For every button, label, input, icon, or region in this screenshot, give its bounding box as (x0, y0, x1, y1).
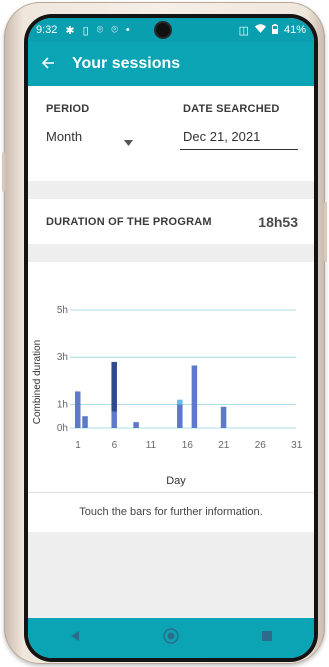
chart-bar[interactable] (82, 416, 88, 428)
chart-bar[interactable] (111, 411, 117, 428)
y-tick-label: 1h (57, 399, 68, 410)
chart-bar[interactable] (75, 391, 81, 428)
phone-frame: 9:32 ✱ ▯ ⌾ ⌾ • ◫ 41% Your sessions PERIO… (2, 2, 327, 664)
dot-icon: • (125, 24, 130, 36)
y-tick-label: 5h (57, 305, 68, 316)
x-tick-label: 26 (255, 440, 267, 451)
x-tick-label: 31 (291, 440, 303, 451)
sim-icon: ▯ (82, 24, 89, 37)
chart-bar[interactable] (133, 422, 139, 428)
screen-bezel: 9:32 ✱ ▯ ⌾ ⌾ • ◫ 41% Your sessions PERIO… (24, 14, 318, 662)
x-tick-label: 11 (146, 440, 157, 451)
chart-bar[interactable] (177, 404, 183, 428)
x-axis-label: Day (166, 475, 186, 487)
x-tick-label: 6 (112, 440, 118, 451)
settings-icon: ✱ (65, 24, 75, 37)
y-tick-label: 3h (57, 352, 68, 363)
y-tick-label: 0h (57, 423, 68, 434)
chart-bar[interactable] (191, 365, 198, 428)
battery-level: 41% (283, 24, 306, 36)
duration-label: DURATION OF THE PROGRAM (46, 215, 212, 228)
battery-icon (271, 23, 278, 37)
system-nav-bar (28, 618, 314, 658)
nav-recents-icon[interactable] (261, 629, 273, 647)
duration-chart: 1 6 11 16 21 26 31 0h1h3h5h Day Combined durat… (32, 305, 303, 487)
location-icon: ⌾ (111, 23, 118, 36)
x-tick-label: 1 (75, 440, 81, 451)
power-button (324, 202, 327, 262)
wifi-icon (254, 24, 266, 36)
period-label: PERIOD (46, 103, 90, 115)
back-arrow-icon[interactable] (28, 54, 68, 75)
y-axis-label: Combined duration (32, 340, 43, 425)
x-tick-label: 16 (182, 440, 194, 451)
duration-card: DURATION OF THE PROGRAM 18h53 (28, 199, 314, 244)
date-field[interactable]: Dec 21, 2021 (180, 126, 298, 150)
camera-hole (156, 23, 170, 37)
hint-text: Touch the bars for further information. (28, 492, 314, 532)
period-value: Month (46, 129, 83, 144)
status-time: 9:32 (36, 24, 58, 36)
page-title: Your sessions (72, 55, 181, 72)
chart-card: 1 6 11 16 21 26 31 0h 1h 3h 5h Day Combined durat… (28, 262, 314, 492)
chevron-down-icon (124, 133, 133, 151)
date-searched-label: DATE SEARCHED (183, 103, 280, 115)
status-bar: 9:32 ✱ ▯ ⌾ ⌾ • ◫ 41% (28, 18, 314, 42)
chart-bar[interactable] (220, 406, 227, 428)
nav-home-icon[interactable] (163, 627, 179, 649)
chart-bar[interactable] (111, 361, 117, 412)
app-bar: Your sessions (28, 42, 314, 86)
x-tick-label: 21 (218, 440, 230, 451)
volume-button (2, 152, 5, 192)
nav-back-icon[interactable] (69, 629, 81, 647)
duration-value: 18h53 (258, 213, 298, 230)
chart-bar[interactable] (177, 399, 183, 405)
period-card: PERIOD DATE SEARCHED Month Dec 21, 2021 (28, 86, 314, 181)
date-value: Dec 21, 2021 (183, 129, 261, 144)
location-icon: ⌾ (96, 23, 104, 36)
screen: 9:32 ✱ ▯ ⌾ ⌾ • ◫ 41% Your sessions PERIO… (28, 18, 314, 658)
date-underline (180, 149, 298, 150)
vibrate-icon: ◫ (238, 24, 249, 37)
period-dropdown[interactable]: Month (46, 129, 146, 151)
